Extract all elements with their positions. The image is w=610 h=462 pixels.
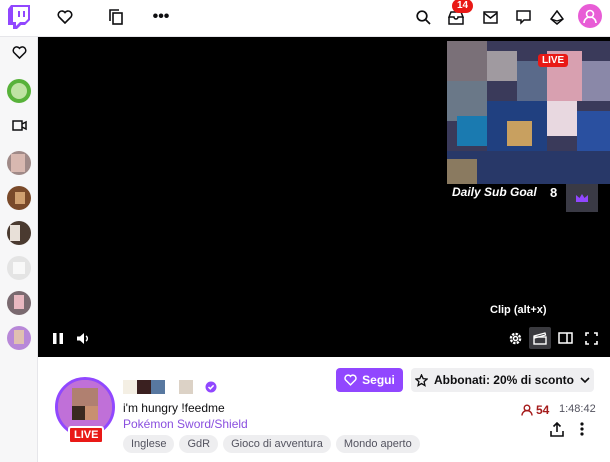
chat-bubble-icon[interactable]: [514, 8, 532, 26]
stream-uptime: 1:48:42: [559, 403, 596, 415]
tag[interactable]: Gioco di avventura: [223, 435, 331, 453]
side-nav: [0, 37, 38, 462]
more-vertical-icon[interactable]: [575, 421, 589, 437]
tag[interactable]: Inglese: [123, 435, 175, 453]
follow-button-label: Segui: [362, 373, 395, 387]
volume-icon[interactable]: [74, 330, 90, 346]
top-nav-bar: ••• 14: [0, 0, 610, 37]
pause-icon[interactable]: [50, 330, 66, 346]
sub-goal-count: 8: [550, 185, 558, 200]
viewer-count: 54: [521, 403, 549, 417]
stream-title: i'm hungry !feedme: [123, 401, 225, 415]
heart-icon: [344, 374, 357, 386]
stream-tags: Inglese GdR Gioco di avventura Mondo ape…: [123, 435, 420, 453]
game-category-link[interactable]: Pokémon Sword/Shield: [123, 417, 248, 431]
recommended-channel-avatar[interactable]: [7, 326, 31, 350]
subscribe-button[interactable]: Abbonati: 20% di sconto: [411, 368, 594, 392]
tag[interactable]: Mondo aperto: [335, 435, 420, 453]
recommended-channel-avatar[interactable]: [7, 256, 31, 280]
clip-clapper-icon[interactable]: [529, 327, 551, 349]
search-icon[interactable]: [414, 8, 432, 26]
whispers-mail-icon[interactable]: [481, 8, 499, 26]
followed-channels-heart-icon[interactable]: [11, 45, 27, 59]
preview-live-badge: LIVE: [538, 54, 569, 67]
recommended-channel-avatar[interactable]: [7, 186, 31, 210]
person-icon: [521, 404, 533, 416]
crown-icon[interactable]: [566, 184, 598, 212]
verified-badge-icon: [205, 380, 217, 393]
clip-tooltip: Clip (alt+x): [490, 304, 547, 316]
chevron-down-icon: [580, 376, 590, 383]
star-icon: [414, 373, 428, 387]
share-icon[interactable]: [549, 421, 565, 437]
theatre-mode-icon[interactable]: [557, 330, 573, 346]
follow-button[interactable]: Segui: [336, 368, 403, 392]
fullscreen-icon[interactable]: [583, 330, 599, 346]
bits-gem-icon[interactable]: [548, 8, 566, 26]
browse-icon[interactable]: [107, 8, 125, 26]
followed-channel-avatar[interactable]: [7, 79, 31, 103]
channel-name-obscured[interactable]: [123, 380, 193, 394]
twitch-logo-icon[interactable]: [8, 5, 30, 29]
subscribe-button-label: Abbonati: 20% di sconto: [433, 373, 574, 387]
recommended-video-icon[interactable]: [11, 118, 27, 132]
recommended-channel-avatar[interactable]: [7, 291, 31, 315]
channel-live-badge: LIVE: [68, 426, 105, 444]
following-heart-icon[interactable]: [56, 8, 74, 26]
stream-preview-thumbnail: [447, 41, 610, 184]
sub-goal-label: Daily Sub Goal: [452, 185, 537, 199]
more-options-icon[interactable]: •••: [152, 8, 170, 26]
tag[interactable]: GdR: [179, 435, 219, 453]
recommended-channel-avatar[interactable]: [7, 221, 31, 245]
viewer-count-value: 54: [536, 403, 550, 417]
recommended-channel-avatar[interactable]: [7, 151, 31, 175]
user-avatar[interactable]: [578, 4, 602, 28]
notifications-badge: 14: [452, 0, 474, 13]
settings-gear-icon[interactable]: [507, 330, 523, 346]
